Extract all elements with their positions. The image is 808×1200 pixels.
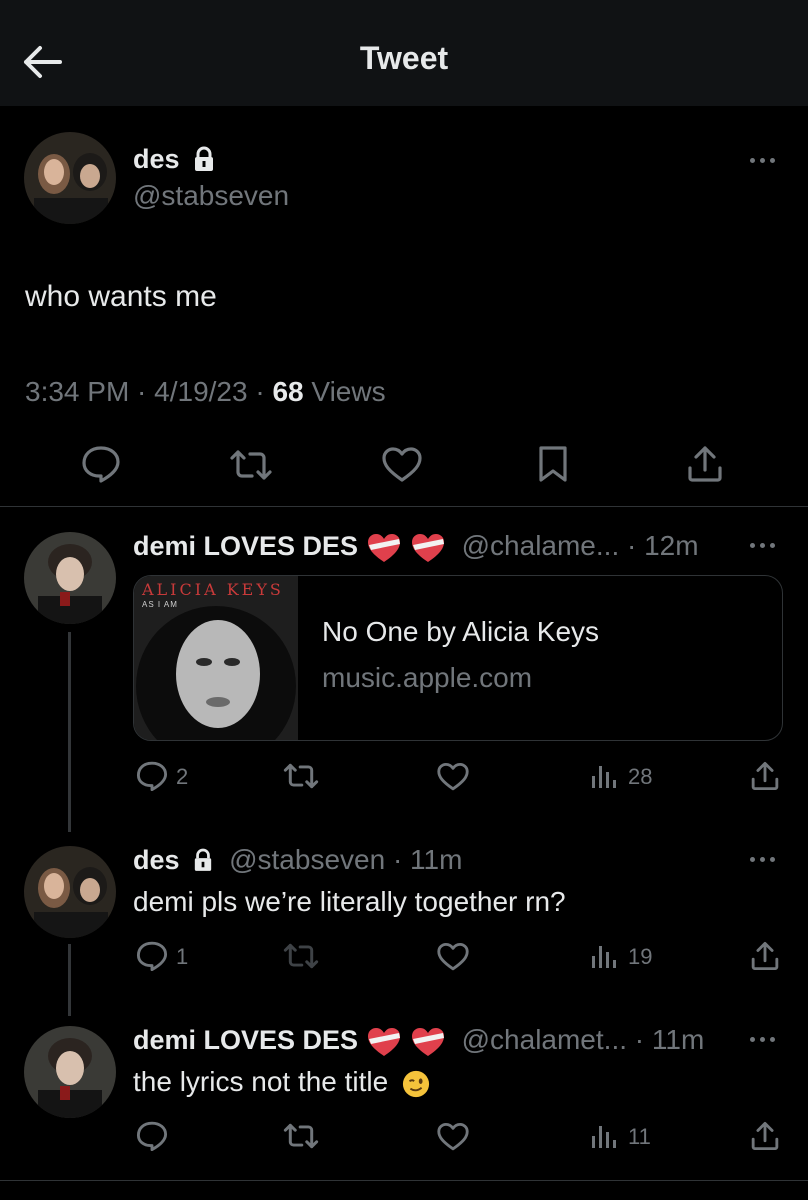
divider <box>0 506 808 507</box>
avatar-photo <box>24 1026 116 1118</box>
views-count: 11 <box>628 1124 651 1149</box>
reply-handle-time[interactable]: @chalame... · 12m <box>462 530 699 561</box>
tweet-meta: 3:34 PM · 4/19/23 · 68 Views <box>25 376 386 408</box>
divider <box>0 1180 808 1181</box>
reply-icon[interactable] <box>135 940 169 972</box>
retweet-icon[interactable] <box>282 1122 320 1150</box>
reply-icon[interactable] <box>80 444 122 484</box>
card-title: No One by Alicia Keys <box>322 616 600 647</box>
thread-line <box>68 632 71 832</box>
reply-count: 1 <box>176 944 189 969</box>
reply-count: 2 <box>176 764 189 789</box>
share-icon[interactable] <box>686 444 724 484</box>
reply-author-name[interactable]: des <box>133 845 180 875</box>
album-art-title: ALICIA KEYS <box>142 580 284 599</box>
lock-icon <box>195 848 212 871</box>
avatar-photo <box>24 532 116 624</box>
share-icon[interactable] <box>750 940 780 972</box>
reply-header: demi LOVES DES @chalame... · 12m <box>133 530 699 564</box>
album-art-subtitle: AS I AM <box>142 600 178 609</box>
share-icon[interactable] <box>750 760 780 792</box>
reply-handle-time[interactable]: @stabseven · 11m <box>229 844 462 875</box>
views-icon[interactable] <box>590 1122 618 1150</box>
views-count: 19 <box>628 944 653 969</box>
reply-author-name[interactable]: demi LOVES DES <box>133 1025 358 1055</box>
winking-face-emoji-icon <box>402 1070 430 1097</box>
top-bar: Tweet <box>0 0 808 106</box>
heart-emoji-icon <box>367 533 400 562</box>
reply-text: demi pls we’re literally together rn? <box>133 886 566 917</box>
more-options-icon[interactable] <box>750 540 780 550</box>
heart-emoji-icon <box>367 1027 400 1056</box>
views-count: 28 <box>628 764 653 789</box>
like-icon[interactable] <box>381 446 423 484</box>
tweet-timestamp: 3:34 PM · 4/19/23 · <box>25 376 273 407</box>
reply-text: the lyrics not the title <box>133 1066 389 1097</box>
author-name-row: des <box>133 143 215 175</box>
retweet-icon[interactable] <box>282 942 320 970</box>
views-icon[interactable] <box>590 942 618 970</box>
tweet-text: who wants me <box>25 280 217 313</box>
more-options-icon[interactable] <box>750 1034 780 1044</box>
reply-icon[interactable] <box>135 760 169 792</box>
page-title: Tweet <box>359 40 449 76</box>
heart-emoji-icon <box>411 533 444 562</box>
author-handle[interactable]: @stabseven <box>133 180 289 212</box>
avatar-photo <box>24 846 116 938</box>
more-options-icon[interactable] <box>750 854 780 864</box>
reply-author-name[interactable]: demi LOVES DES <box>133 531 358 561</box>
views-label: Views <box>303 376 386 407</box>
views-count: 68 <box>272 376 304 407</box>
retweet-icon[interactable] <box>228 448 274 482</box>
avatar-photo <box>24 132 116 224</box>
card-domain: music.apple.com <box>322 662 533 693</box>
like-icon[interactable] <box>436 762 470 792</box>
reply-icon[interactable] <box>135 1120 169 1152</box>
avatar[interactable] <box>24 132 116 224</box>
heart-emoji-icon <box>411 1027 444 1056</box>
avatar[interactable] <box>24 532 116 624</box>
author-name[interactable]: des <box>133 144 180 174</box>
like-icon[interactable] <box>436 942 470 972</box>
views-icon[interactable] <box>590 762 618 790</box>
thread-line <box>68 944 71 1016</box>
more-options-icon[interactable] <box>750 155 780 165</box>
lock-icon <box>195 146 214 171</box>
reply-header: des @stabseven · 11m <box>133 844 462 876</box>
reply-handle-time[interactable]: @chalamet... · 11m <box>462 1024 705 1055</box>
link-card[interactable]: ALICIA KEYS AS I AM No One by Alicia Key… <box>133 575 783 741</box>
album-art: ALICIA KEYS AS I AM <box>134 576 298 740</box>
like-icon[interactable] <box>436 1122 470 1152</box>
reply-text-row: the lyrics not the title <box>133 1066 430 1098</box>
avatar[interactable] <box>24 846 116 938</box>
reply-header: demi LOVES DES @chalamet... · 11m <box>133 1024 704 1058</box>
avatar[interactable] <box>24 1026 116 1118</box>
retweet-icon[interactable] <box>282 762 320 790</box>
bookmark-icon[interactable] <box>536 444 570 484</box>
share-icon[interactable] <box>750 1120 780 1152</box>
